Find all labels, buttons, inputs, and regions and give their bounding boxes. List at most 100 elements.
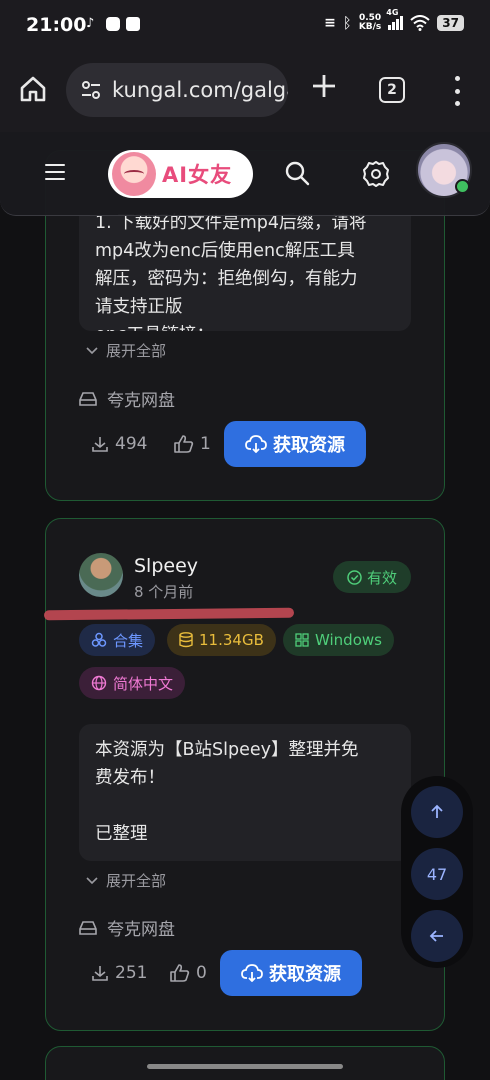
status-indicators: ≡ ᛒ 0.50 KB/s 4G 37 xyxy=(324,8,464,32)
expand-all-button[interactable]: 展开全部 xyxy=(86,870,166,891)
battery-indicator: 37 xyxy=(437,15,464,31)
site-logo[interactable]: AI女友 xyxy=(108,150,253,198)
tag-label: 11.34GB xyxy=(199,631,264,649)
logo-text: AI女友 xyxy=(162,163,233,187)
download-count-value: 494 xyxy=(115,434,148,454)
arrow-up-icon xyxy=(431,804,443,818)
tag-label: 简体中文 xyxy=(113,674,174,693)
storage-provider: 夸克网盘 xyxy=(79,915,175,940)
resource-card xyxy=(45,1046,445,1080)
tag-language: 简体中文 xyxy=(79,667,186,699)
tab-switcher-button[interactable]: 2 xyxy=(379,77,405,103)
like-count-value: 1 xyxy=(200,434,211,454)
author-avatar[interactable] xyxy=(79,553,123,597)
description-line: enc工具链接： xyxy=(95,321,395,331)
chevron-down-icon xyxy=(86,876,98,884)
browser-menu-button[interactable] xyxy=(450,76,464,106)
resource-description: 1. 下载好的文件是mp4后缀，请将 mp4改为enc后使用enc解压工具 解压… xyxy=(79,201,411,331)
download-icon xyxy=(92,966,108,981)
tag-collection: 合集 xyxy=(79,624,156,656)
search-icon xyxy=(285,161,310,186)
tag-platform: Windows xyxy=(283,624,394,656)
comment-count-button[interactable]: 47 xyxy=(411,848,463,900)
expand-all-button[interactable]: 展开全部 xyxy=(86,340,166,361)
wechat-icon xyxy=(106,17,120,31)
nfc-icon: ≡ xyxy=(324,15,336,31)
download-icon xyxy=(92,437,108,452)
tag-label: 合集 xyxy=(113,631,144,650)
network-type: 4G xyxy=(386,8,399,17)
get-resource-button[interactable]: 获取资源 xyxy=(220,950,362,996)
storage-label: 夸克网盘 xyxy=(107,391,175,411)
site-settings-icon[interactable] xyxy=(80,79,102,101)
download-count: 494 xyxy=(91,434,147,454)
post-time: 8 个月前 xyxy=(134,583,194,601)
signal-icon: 4G xyxy=(386,8,404,30)
chevron-down-icon xyxy=(86,346,98,354)
description-line xyxy=(95,792,395,820)
wifi-icon xyxy=(410,15,430,31)
like-button[interactable]: 1 xyxy=(174,434,211,454)
description-line: 费发布！ xyxy=(95,768,165,788)
description-line: 已整理 xyxy=(95,824,148,844)
windows-icon xyxy=(295,633,309,647)
hamburger-line xyxy=(45,171,65,173)
back-button[interactable] xyxy=(411,910,463,962)
author-name[interactable]: Slpeey xyxy=(134,555,198,577)
settings-button[interactable] xyxy=(362,160,390,188)
app-notification-icon xyxy=(126,17,140,31)
logo-character-image xyxy=(112,152,156,196)
floating-controls: 47 xyxy=(401,776,473,968)
status-badge: 有效 xyxy=(333,561,411,593)
like-count-value: 0 xyxy=(196,963,207,983)
tag-size: 11.34GB xyxy=(167,624,276,656)
get-resource-label: 获取资源 xyxy=(273,435,345,456)
status-app-icons: ♪ xyxy=(86,17,140,31)
home-icon xyxy=(20,76,46,102)
highlight-annotation xyxy=(43,607,295,621)
url-text[interactable]: kungal.com/galga xyxy=(112,78,288,102)
hamburger-menu-button[interactable] xyxy=(45,164,65,180)
cluster-icon xyxy=(91,632,107,647)
net-speed-unit: KB/s xyxy=(358,22,382,32)
download-count: 251 xyxy=(91,963,147,983)
globe-icon xyxy=(91,675,107,691)
storage-label: 夸克网盘 xyxy=(107,920,175,940)
get-resource-label: 获取资源 xyxy=(269,964,341,985)
arrow-left-icon xyxy=(429,930,443,942)
net-speed: 0.50 KB/s xyxy=(359,14,381,32)
status-time: 21:00 xyxy=(26,14,87,36)
tiktok-icon: ♪ xyxy=(86,16,95,31)
thumbs-up-icon xyxy=(174,435,194,453)
scroll-to-top-button[interactable] xyxy=(411,786,463,838)
description-line: 请支持正版 xyxy=(95,297,183,317)
cloud-download-icon xyxy=(241,964,263,982)
expand-all-label: 展开全部 xyxy=(106,872,167,890)
gear-icon xyxy=(363,161,389,187)
resource-card: Slpeey 8 个月前 有效 合集 11.34GB Windows 简体中文 … xyxy=(43,518,445,1031)
description-line: 解压，密码为：拒绝倒勾，有能力 xyxy=(95,269,358,289)
address-bar[interactable]: kungal.com/galga xyxy=(66,63,288,117)
menu-dot-icon xyxy=(454,88,460,94)
menu-dot-icon xyxy=(454,76,460,81)
home-button[interactable] xyxy=(18,74,48,104)
status-badge-label: 有效 xyxy=(366,568,397,587)
database-icon xyxy=(179,632,193,648)
hamburger-line xyxy=(45,178,65,180)
user-avatar-button[interactable] xyxy=(416,142,472,198)
like-button[interactable]: 0 xyxy=(170,963,207,983)
status-bar: 21:00 ♪ ≡ ᛒ 0.50 KB/s 4G 37 xyxy=(0,0,490,52)
hard-drive-icon xyxy=(79,391,97,406)
tag-label: Windows xyxy=(315,631,382,649)
gesture-navigation-bar[interactable] xyxy=(147,1064,343,1069)
hard-drive-icon xyxy=(79,920,97,935)
search-button[interactable] xyxy=(284,160,310,186)
resource-description: 本资源为【B站Slpeey】整理并免 费发布！ 已整理 xyxy=(79,724,411,861)
storage-provider: 夸克网盘 xyxy=(79,386,175,411)
new-tab-button[interactable] xyxy=(310,72,338,100)
hamburger-line xyxy=(45,164,65,166)
cloud-download-icon xyxy=(245,435,267,453)
browser-toolbar: kungal.com/galga 2 xyxy=(0,52,490,132)
get-resource-button[interactable]: 获取资源 xyxy=(224,421,366,467)
description-line: mp4改为enc后使用enc解压工具 xyxy=(95,241,355,261)
